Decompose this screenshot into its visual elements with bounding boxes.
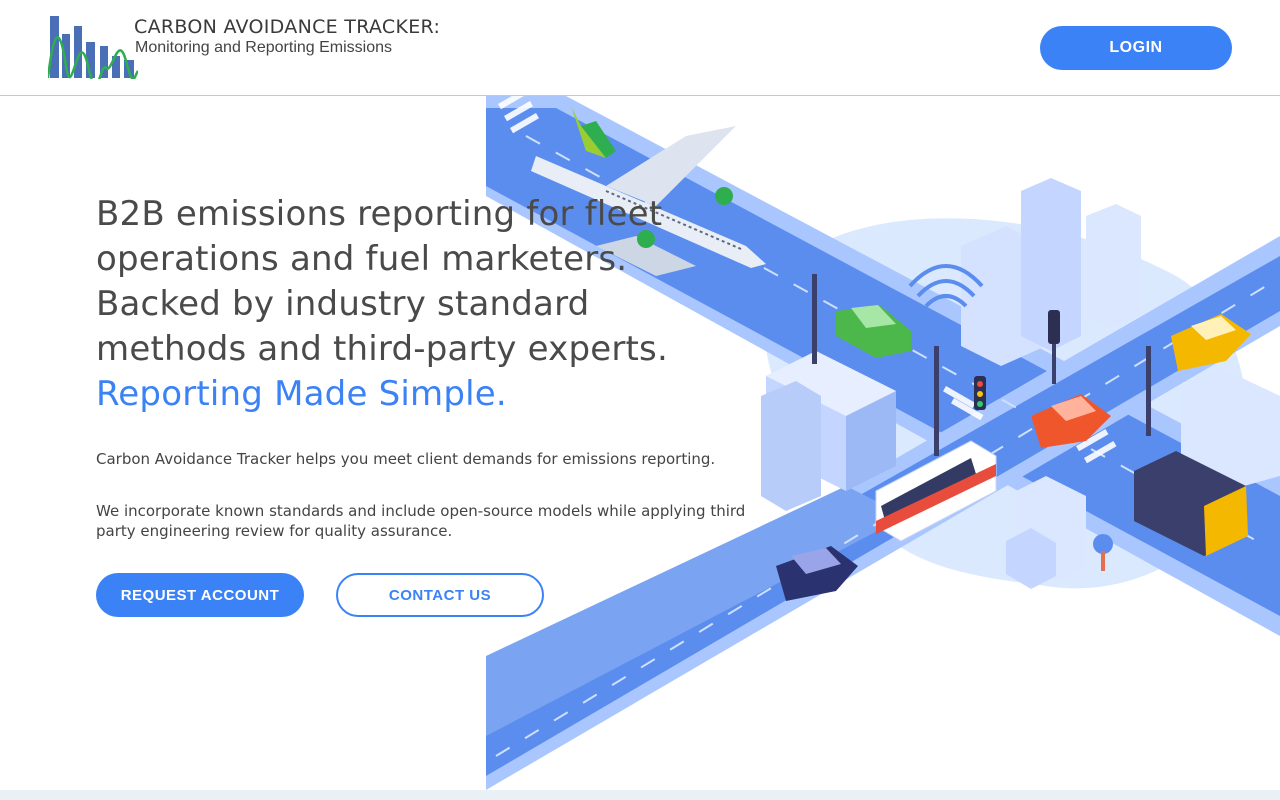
page-bottom-edge [0,790,1280,800]
headline-line: operations and fuel marketers. [96,239,628,279]
logo-subtitle: Monitoring and Reporting Emissions [135,39,393,56]
headline-line: B2B emissions reporting for fleet [96,194,663,234]
brand-logo[interactable]: CARBON AVOIDANCE TRACKER: Monitoring and… [48,16,440,80]
intro-paragraph: Carbon Avoidance Tracker helps you meet … [96,450,716,468]
standards-paragraph: We incorporate known standards and inclu… [96,502,746,540]
logo-chart-icon [48,16,138,79]
headline-accent: Reporting Made Simple. [96,374,507,414]
request-account-button[interactable]: REQUEST ACCOUNT [96,573,304,617]
site-header: CARBON AVOIDANCE TRACKER: Monitoring and… [0,0,1280,96]
headline-line: Backed by industry standard [96,284,590,324]
hero-section: B2B emissions reporting for fleet operat… [96,192,736,417]
hero-headline: B2B emissions reporting for fleet operat… [96,192,736,417]
contact-us-button[interactable]: CONTACT US [336,573,544,617]
login-button[interactable]: LOGIN [1040,26,1232,70]
headline-line: methods and third-party experts. [96,329,668,369]
logo-title: CARBON AVOIDANCE TRACKER: [134,16,441,38]
